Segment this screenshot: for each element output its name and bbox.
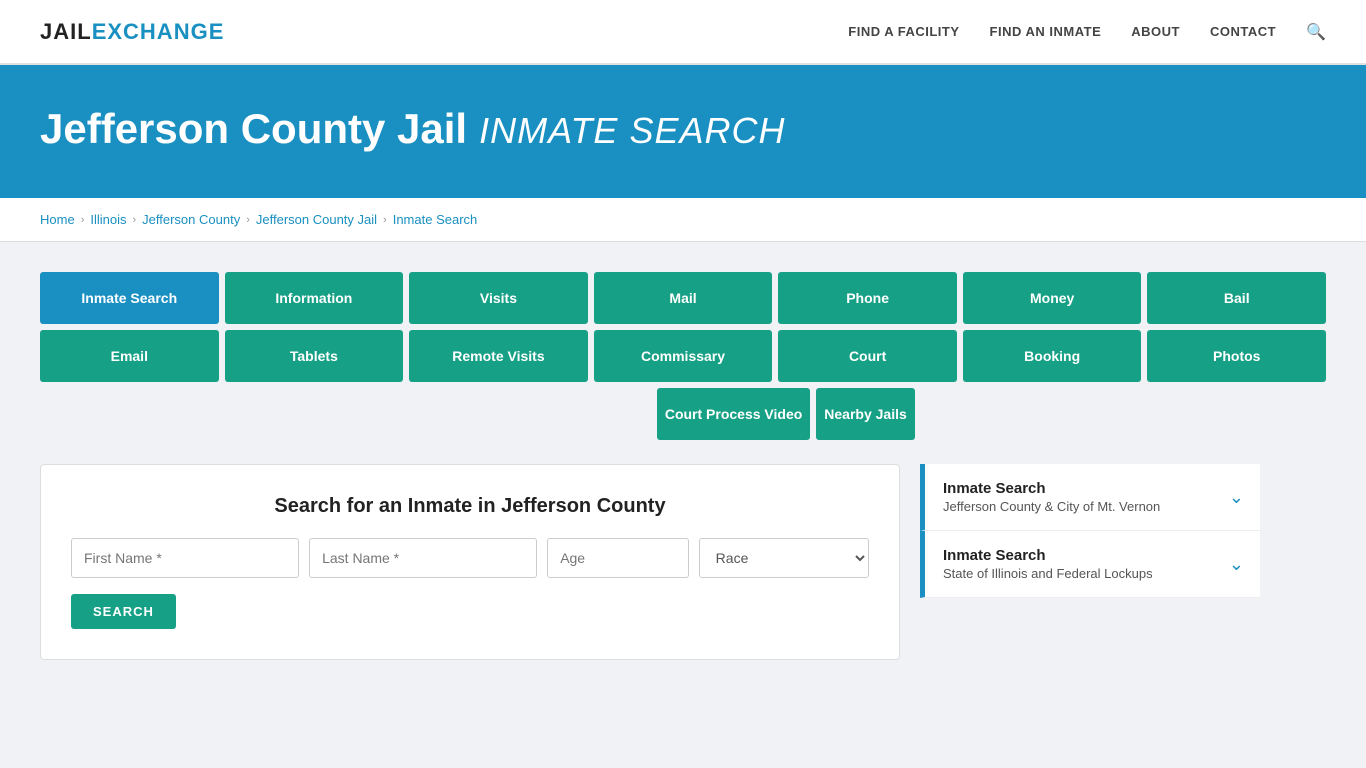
last-name-input[interactable] <box>309 538 537 578</box>
sidebar-item-1-main: Inmate Search <box>943 480 1160 497</box>
header: JAILEXCHANGE FIND A FACILITY FIND AN INM… <box>0 0 1366 65</box>
btn-bail[interactable]: Bail <box>1147 272 1326 324</box>
category-nav-buttons: Inmate Search Information Visits Mail Ph… <box>40 272 1326 440</box>
btn-tablets[interactable]: Tablets <box>225 330 404 382</box>
chevron-down-icon-1: ⌄ <box>1229 487 1244 508</box>
logo-exchange: EXCHANGE <box>92 19 225 44</box>
breadcrumb-home[interactable]: Home <box>40 212 75 227</box>
btn-visits[interactable]: Visits <box>409 272 588 324</box>
btn-booking[interactable]: Booking <box>963 330 1142 382</box>
hero-subtitle: INMATE SEARCH <box>479 110 785 151</box>
age-input[interactable] <box>547 538 688 578</box>
logo-jail: JAIL <box>40 19 92 44</box>
sidebar-item-1-sub: Jefferson County & City of Mt. Vernon <box>943 499 1160 514</box>
nav-about[interactable]: ABOUT <box>1131 24 1180 39</box>
breadcrumb-sep-1: › <box>81 214 85 226</box>
nav-contact[interactable]: CONTACT <box>1210 24 1276 39</box>
breadcrumb: Home › Illinois › Jefferson County › Jef… <box>0 198 1366 242</box>
breadcrumb-sep-2: › <box>132 214 136 226</box>
row3-spacer-4 <box>921 388 1121 440</box>
breadcrumb-current: Inmate Search <box>393 212 478 227</box>
chevron-down-icon-2: ⌄ <box>1229 554 1244 575</box>
hero-title: Jefferson County Jail INMATE SEARCH <box>40 105 785 152</box>
logo[interactable]: JAILEXCHANGE <box>40 19 224 45</box>
breadcrumb-jefferson-county[interactable]: Jefferson County <box>142 212 240 227</box>
nav-find-inmate[interactable]: FIND AN INMATE <box>990 24 1102 39</box>
btn-court[interactable]: Court <box>778 330 957 382</box>
search-form: Race White Black Hispanic Asian Other <box>71 538 869 578</box>
search-icon-button[interactable]: 🔍 <box>1306 22 1326 42</box>
btn-court-process-video[interactable]: Court Process Video <box>657 388 810 440</box>
btn-nearby-jails[interactable]: Nearby Jails <box>816 388 915 440</box>
hero-title-main: Jefferson County Jail <box>40 105 467 152</box>
btn-money[interactable]: Money <box>963 272 1142 324</box>
search-card-title: Search for an Inmate in Jefferson County <box>71 495 869 518</box>
row3-spacer-5 <box>1126 388 1326 440</box>
sidebar-item-2-text: Inmate Search State of Illinois and Fede… <box>943 547 1153 581</box>
btn-information[interactable]: Information <box>225 272 404 324</box>
btn-email[interactable]: Email <box>40 330 219 382</box>
search-button[interactable]: SEARCH <box>71 594 176 629</box>
sidebar-item-1-text: Inmate Search Jefferson County & City of… <box>943 480 1160 514</box>
row3-spacer-2 <box>246 388 446 440</box>
sidebar-item-2[interactable]: Inmate Search State of Illinois and Fede… <box>920 531 1260 598</box>
btn-commissary[interactable]: Commissary <box>594 330 773 382</box>
breadcrumb-sep-3: › <box>246 214 250 226</box>
sidebar-item-2-main: Inmate Search <box>943 547 1153 564</box>
breadcrumb-sep-4: › <box>383 214 387 226</box>
nav-btn-row-3: Court Process Video Nearby Jails <box>40 388 1326 440</box>
nav-btn-row-1: Inmate Search Information Visits Mail Ph… <box>40 272 1326 324</box>
hero-banner: Jefferson County Jail INMATE SEARCH <box>0 65 1366 198</box>
first-name-input[interactable] <box>71 538 299 578</box>
btn-phone[interactable]: Phone <box>778 272 957 324</box>
nav-btn-row-2: Email Tablets Remote Visits Commissary C… <box>40 330 1326 382</box>
main-content: Inmate Search Information Visits Mail Ph… <box>0 242 1366 690</box>
race-select[interactable]: Race White Black Hispanic Asian Other <box>699 538 869 578</box>
breadcrumb-illinois[interactable]: Illinois <box>90 212 126 227</box>
breadcrumb-jefferson-county-jail[interactable]: Jefferson County Jail <box>256 212 377 227</box>
content-area: Search for an Inmate in Jefferson County… <box>40 464 1326 660</box>
sidebar-item-1[interactable]: Inmate Search Jefferson County & City of… <box>920 464 1260 531</box>
main-nav: FIND A FACILITY FIND AN INMATE ABOUT CON… <box>848 22 1326 42</box>
btn-photos[interactable]: Photos <box>1147 330 1326 382</box>
search-card: Search for an Inmate in Jefferson County… <box>40 464 900 660</box>
btn-mail[interactable]: Mail <box>594 272 773 324</box>
sidebar-item-2-sub: State of Illinois and Federal Lockups <box>943 566 1153 581</box>
nav-find-facility[interactable]: FIND A FACILITY <box>848 24 959 39</box>
btn-remote-visits[interactable]: Remote Visits <box>409 330 588 382</box>
row3-spacer-3 <box>451 388 651 440</box>
row3-spacer-1 <box>40 388 240 440</box>
sidebar: Inmate Search Jefferson County & City of… <box>920 464 1260 598</box>
btn-inmate-search[interactable]: Inmate Search <box>40 272 219 324</box>
